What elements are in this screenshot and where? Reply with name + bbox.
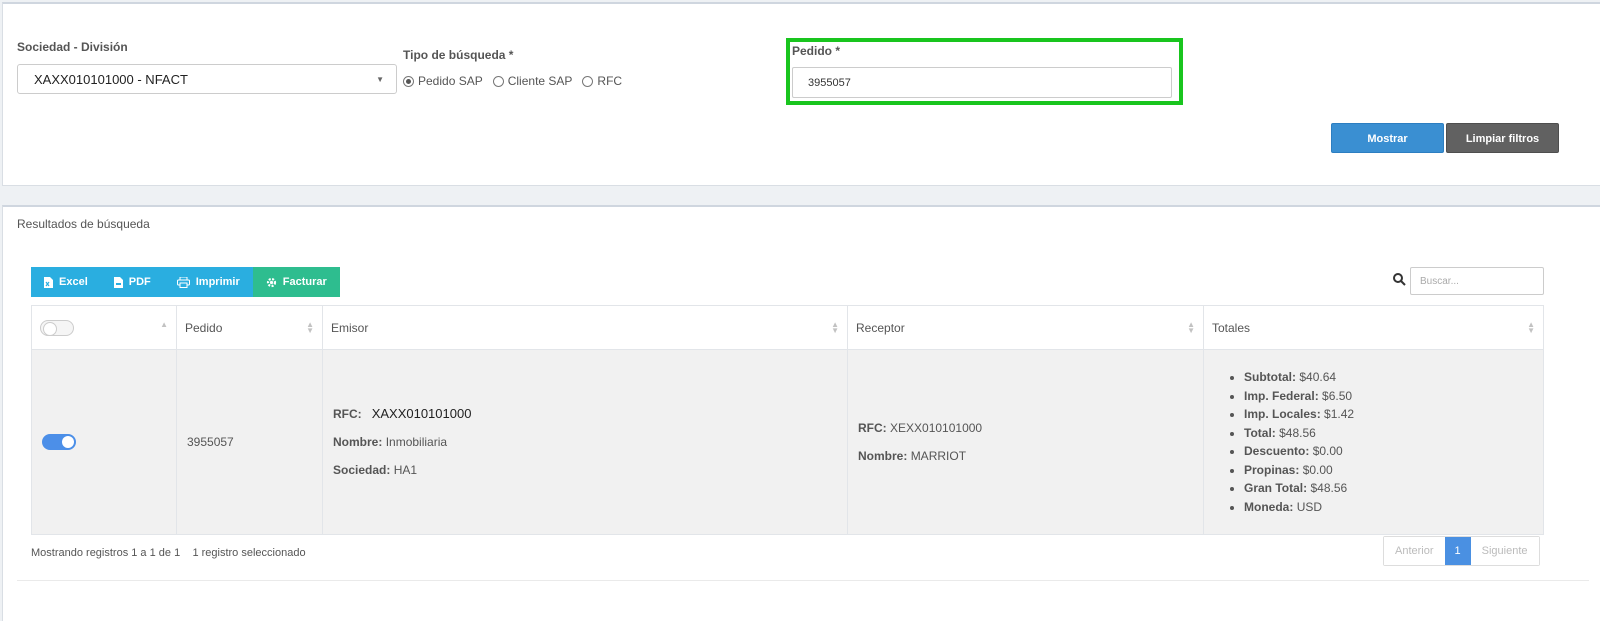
emisor-sociedad-value: HA1: [393, 463, 418, 477]
export-toolbar: Excel PDF Imprimir Facturar: [31, 267, 340, 297]
imprimir-label: Imprimir: [195, 276, 240, 288]
emisor-nombre-label: Nombre:: [333, 435, 383, 449]
receptor-nombre-value: MARRIOT: [910, 449, 967, 463]
facturar-label: Facturar: [282, 276, 327, 288]
pagination-next[interactable]: Siguiente: [1470, 537, 1539, 565]
pedido-label: Pedido *: [792, 44, 841, 58]
printer-icon: [176, 276, 190, 288]
total-item: Total: $48.56: [1244, 424, 1543, 443]
total-item: Subtotal: $40.64: [1244, 368, 1543, 387]
totales-list: Subtotal: $40.64 Imp. Federal: $6.50 Imp…: [1214, 368, 1543, 516]
filters-panel: Sociedad - División XAXX010101000 - NFAC…: [2, 2, 1600, 186]
sociedad-label: Sociedad - División: [17, 40, 128, 54]
results-table: ▲ Pedido ▲ ▼ Emisor ▲ ▼ Receptor ▲ ▼ Totale…: [31, 305, 1544, 535]
mostrar-button[interactable]: Mostrar: [1331, 123, 1444, 153]
results-panel: Resultados de búsqueda Excel PDF Imprimi…: [2, 205, 1600, 621]
column-header-label: Receptor: [856, 320, 905, 335]
tipo-busqueda-label: Tipo de búsqueda *: [403, 48, 514, 62]
pagination: Anterior 1 Siguiente: [1383, 536, 1540, 566]
column-header-label: Totales: [1212, 320, 1251, 335]
pdf-button[interactable]: PDF: [100, 267, 164, 297]
row-select-cell: [31, 349, 177, 535]
records-info: Mostrando registros 1 a 1 de 1: [31, 547, 181, 559]
total-item: Propinas: $0.00: [1244, 461, 1543, 480]
radio-rfc-label: RFC: [597, 74, 623, 88]
chevron-down-icon: ▼: [376, 75, 384, 84]
sociedad-select[interactable]: XAXX010101000 - NFACT ▼: [17, 64, 397, 94]
emisor-nombre-value: Inmobiliaria: [385, 435, 448, 449]
column-header-label: Emisor: [331, 320, 369, 335]
pedido-cell: 3955057: [176, 349, 323, 535]
excel-button[interactable]: Excel: [31, 267, 101, 297]
column-header-totales[interactable]: Totales ▲ ▼: [1203, 305, 1544, 350]
receptor-rfc-label: RFC:: [858, 421, 887, 435]
pagination-page-1[interactable]: 1: [1444, 537, 1471, 565]
sociedad-select-value: XAXX010101000 - NFACT: [34, 72, 188, 87]
column-header-emisor[interactable]: Emisor ▲ ▼: [322, 305, 848, 350]
pdf-label: PDF: [128, 276, 151, 288]
gear-icon: [266, 277, 276, 287]
column-header-pedido[interactable]: Pedido ▲ ▼: [176, 305, 323, 350]
radio-pedido-sap-label: Pedido SAP: [418, 74, 483, 88]
facturar-button[interactable]: Facturar: [252, 267, 340, 297]
divider: [17, 580, 1589, 581]
radio-unselected-icon: [492, 75, 504, 87]
column-header-label: Pedido: [185, 320, 223, 335]
radio-unselected-icon: [582, 75, 594, 87]
total-item: Imp. Federal: $6.50: [1244, 387, 1543, 406]
sort-icon: ▲ ▼: [831, 320, 839, 335]
pdf-file-icon: [113, 276, 123, 288]
table-row[interactable]: 3955057 RFC: XAXX010101000 Nombre: Inmob…: [31, 349, 1544, 535]
radio-pedido-sap[interactable]: Pedido SAP: [403, 74, 483, 88]
radio-rfc[interactable]: RFC: [582, 74, 622, 88]
radio-cliente-sap-label: Cliente SAP: [507, 74, 573, 88]
totales-cell: Subtotal: $40.64 Imp. Federal: $6.50 Imp…: [1203, 349, 1544, 535]
tipo-busqueda-radios: Pedido SAP Cliente SAP RFC: [403, 74, 622, 88]
receptor-nombre-label: Nombre:: [858, 449, 908, 463]
table-info: Mostrando registros 1 a 1 de 1 1 registr…: [31, 547, 306, 559]
sort-icon: ▲ ▼: [1187, 320, 1195, 335]
imprimir-button[interactable]: Imprimir: [163, 267, 253, 297]
total-item: Moneda: USD: [1244, 498, 1543, 517]
radio-selected-icon: [403, 75, 414, 87]
receptor-rfc-value: XEXX010101000: [890, 421, 983, 435]
receptor-cell: RFC: XEXX010101000 Nombre: MARRIOT: [847, 349, 1204, 535]
pagination-previous[interactable]: Anterior: [1384, 537, 1445, 565]
search-input[interactable]: Buscar...: [1410, 267, 1544, 295]
column-header-receptor[interactable]: Receptor ▲ ▼: [847, 305, 1204, 350]
sort-icon: ▲: [160, 320, 168, 329]
emisor-sociedad-label: Sociedad:: [333, 463, 391, 477]
table-header-row: ▲ Pedido ▲ ▼ Emisor ▲ ▼ Receptor ▲ ▼ Totale…: [31, 305, 1544, 350]
emisor-cell: RFC: XAXX010101000 Nombre: Inmobiliaria …: [322, 349, 848, 535]
sort-icon: ▲ ▼: [1527, 320, 1535, 335]
pedido-input[interactable]: 3955057: [792, 67, 1172, 98]
select-all-header[interactable]: ▲: [31, 305, 177, 350]
emisor-rfc-label: RFC:: [333, 407, 362, 421]
excel-file-icon: [44, 276, 53, 288]
sort-icon: ▲ ▼: [306, 320, 314, 335]
selection-info: 1 registro seleccionado: [192, 547, 306, 559]
limpiar-filtros-button[interactable]: Limpiar filtros: [1446, 123, 1559, 153]
excel-label: Excel: [59, 276, 88, 288]
total-item: Descuento: $0.00: [1244, 442, 1543, 461]
search-icon: [1393, 273, 1406, 286]
total-item: Imp. Locales: $1.42: [1244, 405, 1543, 424]
row-select-toggle[interactable]: [42, 434, 76, 450]
radio-cliente-sap[interactable]: Cliente SAP: [492, 74, 573, 88]
total-item: Gran Total: $48.56: [1244, 479, 1543, 498]
results-title: Resultados de búsqueda: [17, 217, 150, 231]
select-all-toggle[interactable]: [40, 319, 74, 336]
emisor-rfc-value: XAXX010101000: [371, 406, 472, 421]
